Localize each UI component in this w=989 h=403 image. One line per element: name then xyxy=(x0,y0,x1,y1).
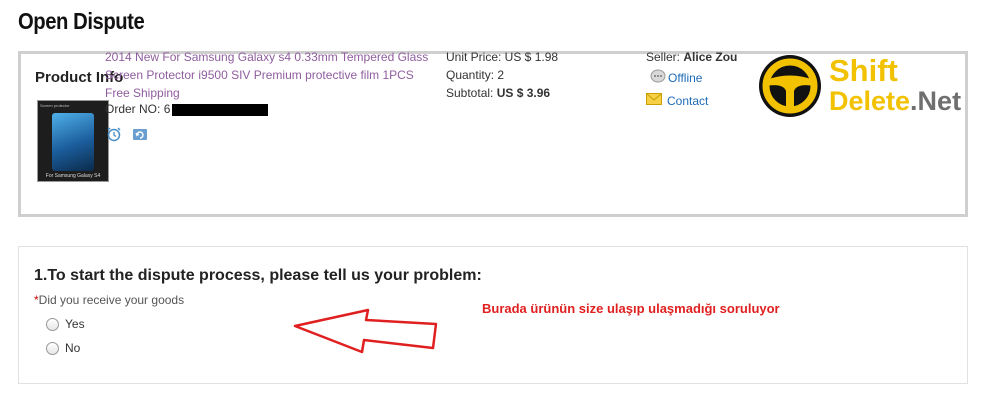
watermark-word-shift: Shift xyxy=(829,53,898,88)
alarm-clock-icon[interactable] xyxy=(106,126,122,142)
order-number-value: 6 xyxy=(163,102,171,116)
envelope-icon xyxy=(646,93,662,108)
radio-yes[interactable] xyxy=(46,317,59,331)
option-no-label: No xyxy=(65,341,81,355)
order-number-label: Order NO: xyxy=(105,102,164,116)
price-summary: Unit Price: US $ 1.98 Quantity: 2 Subtot… xyxy=(446,48,558,102)
chat-status-icon xyxy=(650,69,666,86)
shiftdelete-watermark: Shift Delete.Net xyxy=(757,53,967,119)
page-title: Open Dispute xyxy=(18,8,145,34)
watermark-text: Shift Delete.Net xyxy=(829,53,961,116)
subtotal: Subtotal: US $ 3.96 xyxy=(446,84,558,102)
goods-received-label: Did you receive your goods xyxy=(38,293,185,307)
thumbnail-caption: For Samsung Galaxy S4 xyxy=(45,173,101,179)
goods-received-question: *Did you receive your goods xyxy=(34,293,184,307)
thumbnail-top-text: Screen protector xyxy=(40,103,70,108)
product-actions xyxy=(106,126,148,142)
order-number-redaction xyxy=(172,103,269,116)
steering-wheel-logo-icon xyxy=(759,55,821,117)
seller-name: Alice Zou xyxy=(683,50,738,64)
dispute-question-title: 1.To start the dispute process, please t… xyxy=(34,267,482,284)
contact-text: Contact xyxy=(667,93,709,108)
option-no[interactable]: No xyxy=(46,341,80,355)
product-thumbnail[interactable]: Screen protector For Samsung Galaxy S4 xyxy=(37,100,109,182)
quantity: Quantity: 2 xyxy=(446,68,505,82)
watermark-word-delete: Delete.Net xyxy=(829,87,961,115)
contact-seller-link[interactable]: Contact xyxy=(646,93,708,108)
seller-status[interactable]: Offline xyxy=(650,69,702,86)
seller-status-text: Offline xyxy=(668,70,703,85)
option-yes[interactable]: Yes xyxy=(46,317,85,331)
annotation-text: Burada ürünün size ulaşıp ulaşmadığı sor… xyxy=(482,301,780,316)
watermark-net: .Net xyxy=(910,86,962,116)
phone-image xyxy=(52,113,94,171)
order-number: Order NO: 6 xyxy=(105,102,269,116)
product-title-link[interactable]: 2014 New For Samsung Galaxy s4 0.33mm Te… xyxy=(105,48,435,102)
option-yes-label: Yes xyxy=(65,317,85,331)
seller-info: Seller: Alice Zou xyxy=(646,48,737,66)
watermark-delete: Delete xyxy=(829,86,911,116)
unit-price: Unit Price: US $ 1.98 xyxy=(446,50,559,64)
radio-no[interactable] xyxy=(46,341,59,355)
subtotal-label: Subtotal: xyxy=(446,86,497,100)
subtotal-value: US $ 3.96 xyxy=(496,86,551,100)
left-arrow-annotation-icon xyxy=(293,308,438,354)
refresh-icon[interactable] xyxy=(132,126,148,142)
seller-label: Seller: xyxy=(646,50,684,64)
